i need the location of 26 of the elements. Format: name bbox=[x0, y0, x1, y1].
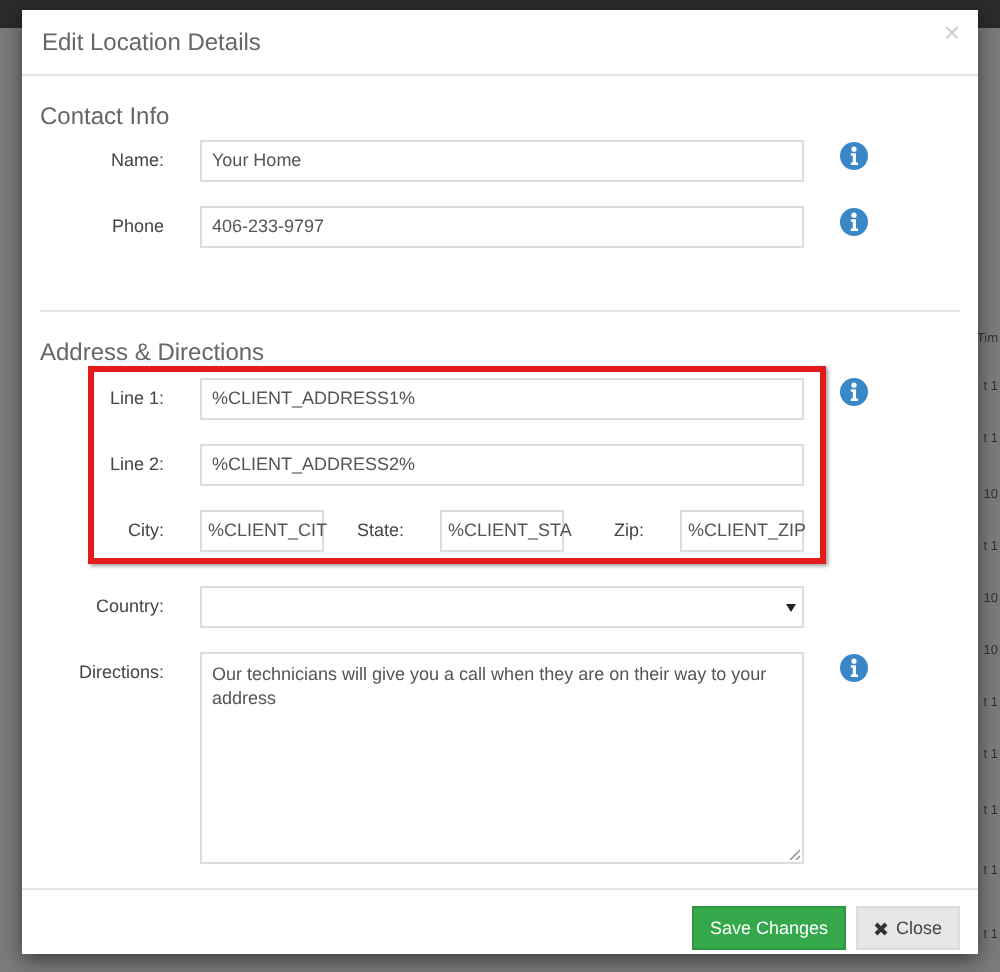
text-field[interactable]: 406-233-9797 bbox=[200, 206, 804, 248]
text-field[interactable]: Your Home bbox=[200, 140, 804, 182]
field-label: State: bbox=[354, 518, 404, 544]
caret-icon bbox=[786, 604, 796, 612]
resize-grip-icon[interactable] bbox=[788, 848, 800, 860]
field-label: Directions: bbox=[76, 660, 164, 686]
field-label: Name: bbox=[108, 148, 164, 174]
field-label: City: bbox=[126, 518, 164, 544]
close-button[interactable]: Close bbox=[855, 906, 960, 950]
section-heading: Contact Info bbox=[40, 102, 172, 130]
dialog-title: Edit Location Details bbox=[42, 28, 261, 56]
directions-textarea[interactable]: Our technicians will give you a call when they are on their way to your address bbox=[200, 652, 804, 864]
close-icon bbox=[873, 921, 888, 935]
info-icon[interactable] bbox=[840, 378, 868, 406]
info-icon[interactable] bbox=[840, 208, 868, 236]
text-field[interactable]: %CLIENT_ADDRESS1% bbox=[200, 378, 804, 420]
text-field[interactable]: %CLIENT_CIT bbox=[200, 510, 324, 552]
field-label: Phone bbox=[109, 214, 164, 240]
field-label: Country: bbox=[93, 594, 164, 620]
field-label: Line 1: bbox=[107, 386, 164, 412]
text-field[interactable]: %CLIENT_ZIP bbox=[680, 510, 804, 552]
info-icon[interactable] bbox=[840, 654, 868, 682]
info-icon[interactable] bbox=[840, 142, 868, 170]
section-heading: Address & Directions bbox=[40, 338, 267, 366]
field-label: Line 2: bbox=[107, 452, 164, 478]
text-field[interactable]: %CLIENT_ADDRESS2% bbox=[200, 444, 804, 486]
